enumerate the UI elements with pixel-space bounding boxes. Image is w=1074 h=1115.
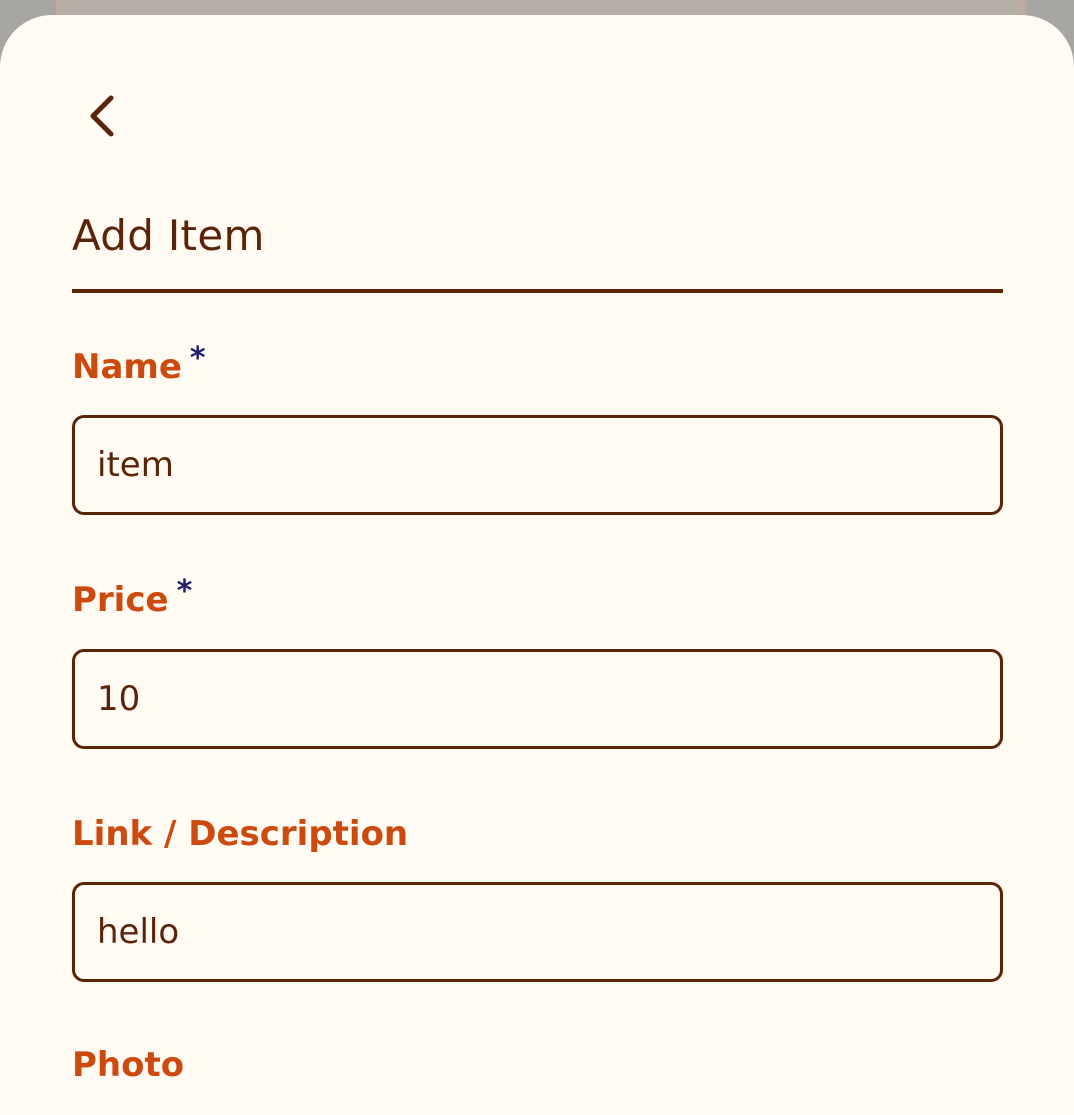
link-description-input[interactable] — [72, 882, 1003, 982]
chevron-left-icon — [90, 95, 114, 137]
name-input[interactable] — [72, 415, 1003, 515]
name-label-text: Name — [72, 347, 182, 387]
photo-label: Photo — [72, 1043, 184, 1087]
page-title: Add Item — [72, 211, 265, 260]
name-required-marker: * — [189, 341, 206, 376]
price-input[interactable] — [72, 649, 1003, 749]
price-label-text: Price — [72, 580, 169, 620]
title-divider — [72, 289, 1003, 293]
price-label: Price * — [72, 574, 192, 624]
add-item-sheet: Add Item Name* Price* Link / Description… — [0, 15, 1074, 1115]
back-button[interactable] — [78, 88, 126, 144]
price-required-marker: * — [176, 574, 193, 609]
photo-label-text: Photo — [72, 1045, 185, 1085]
link-description-label: Link / Description — [72, 812, 408, 856]
name-label: Name * — [72, 341, 206, 391]
link-description-label-text: Link / Description — [72, 814, 409, 854]
